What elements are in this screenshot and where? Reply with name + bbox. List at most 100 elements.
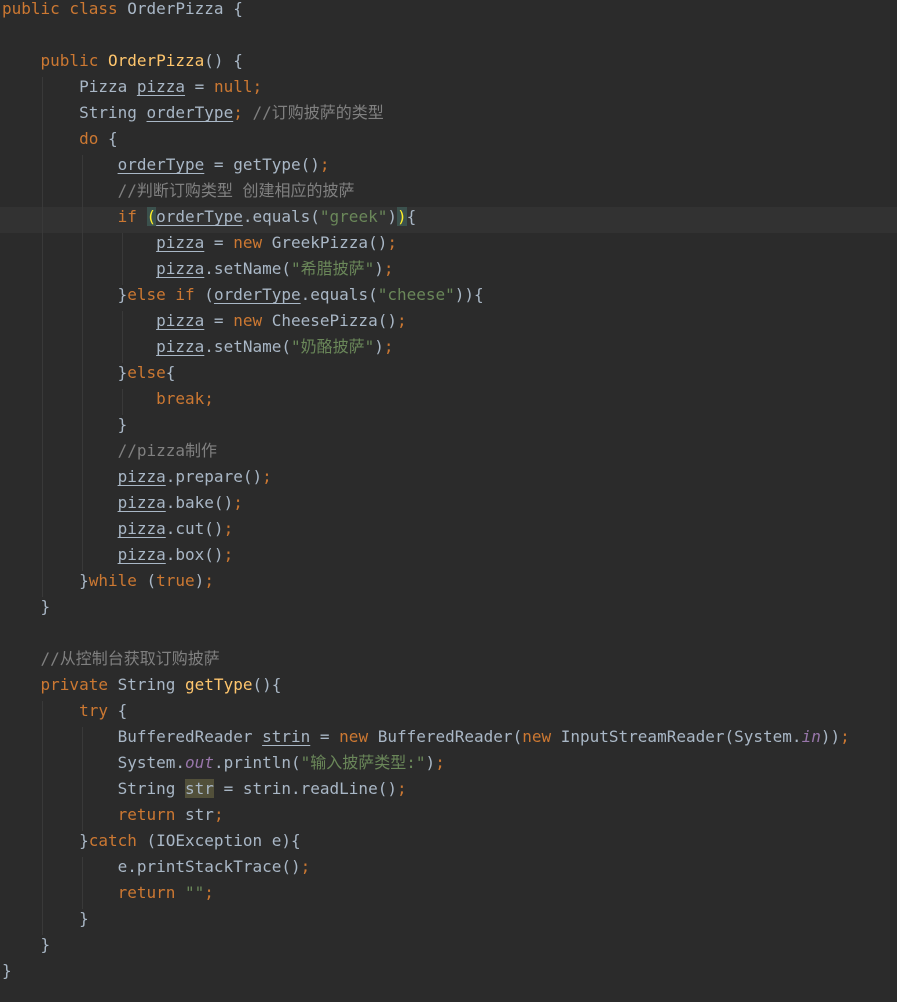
code-token: .println( <box>213 753 301 772</box>
code-token: ; <box>319 155 330 174</box>
code-line[interactable]: pizza.cut(); <box>0 519 897 545</box>
code-token: ; <box>435 753 445 772</box>
code-line[interactable]: public class OrderPizza { <box>0 0 897 25</box>
code-text: pizza.cut(); <box>2 519 234 539</box>
code-line[interactable]: pizza.box(); <box>0 545 897 571</box>
code-line[interactable]: } <box>0 415 897 441</box>
code-token: ; <box>383 259 394 278</box>
code-text: } <box>2 935 51 955</box>
code-token: pizza <box>156 233 205 252</box>
code-token: pizza <box>156 259 205 278</box>
code-line[interactable]: if (orderType.equals("greek")){ <box>0 207 897 233</box>
code-token: } <box>2 597 51 616</box>
code-line[interactable]: return ""; <box>0 883 897 909</box>
code-line[interactable]: } <box>0 961 897 987</box>
code-line[interactable]: }while (true); <box>0 571 897 597</box>
code-line[interactable]: e.printStackTrace(); <box>0 857 897 883</box>
code-token: ; <box>300 857 311 876</box>
code-line[interactable]: pizza.setName("奶酪披萨"); <box>0 337 897 363</box>
code-line[interactable]: pizza = new CheesePizza(); <box>0 311 897 337</box>
code-token: = strin.readLine() <box>213 779 397 798</box>
code-text: private String getType(){ <box>2 675 282 695</box>
code-token: new <box>339 727 378 746</box>
code-text: orderType = getType(); <box>2 155 330 175</box>
code-token: } <box>2 415 128 434</box>
code-token: ; <box>262 467 272 486</box>
code-token: ; <box>840 727 850 746</box>
code-text: break; <box>2 389 214 409</box>
code-token: .bake() <box>165 493 234 512</box>
code-text: BufferedReader strin = new BufferedReade… <box>2 727 850 747</box>
code-line[interactable]: }else{ <box>0 363 897 389</box>
code-token: String <box>117 675 186 694</box>
code-token: "奶酪披萨" <box>291 337 375 356</box>
code-token: OrderPizza { <box>127 0 243 18</box>
code-token: if <box>2 207 147 226</box>
code-line[interactable]: public OrderPizza() { <box>0 51 897 77</box>
code-token: .prepare() <box>165 467 263 486</box>
code-token: )){ <box>454 285 484 304</box>
code-line[interactable]: String str = strin.readLine(); <box>0 779 897 805</box>
code-line[interactable]: //判断订购类型 创建相应的披萨 <box>0 181 897 207</box>
code-line[interactable]: break; <box>0 389 897 415</box>
code-line[interactable]: try { <box>0 701 897 727</box>
code-token: while <box>88 571 147 590</box>
code-token: do <box>2 129 108 148</box>
code-token: try <box>2 701 118 720</box>
code-token: ( <box>204 285 214 304</box>
code-line[interactable]: String orderType; //订购披萨的类型 <box>0 103 897 129</box>
code-token: .cut() <box>165 519 224 538</box>
code-token: } <box>2 831 89 850</box>
code-line[interactable]: }catch (IOException e){ <box>0 831 897 857</box>
code-text: if (orderType.equals("greek")){ <box>2 207 416 227</box>
code-text: }while (true); <box>2 571 214 591</box>
code-token: Pizza <box>2 77 137 96</box>
code-text: do { <box>2 129 118 149</box>
code-token: ) <box>194 571 205 590</box>
code-token: "cheese" <box>377 285 455 304</box>
code-token: pizza <box>117 493 166 512</box>
code-text: String str = strin.readLine(); <box>2 779 407 799</box>
code-line[interactable]: System.out.println("输入披萨类型:"); <box>0 753 897 779</box>
code-line[interactable]: } <box>0 909 897 935</box>
code-line[interactable]: } <box>0 597 897 623</box>
code-token: .equals( <box>300 285 378 304</box>
code-token: String <box>2 779 186 798</box>
code-token: return <box>2 805 186 824</box>
code-token: //pizza制作 <box>2 441 218 460</box>
code-line[interactable]: //从控制台获取订购披萨 <box>0 649 897 675</box>
code-line[interactable]: pizza.bake(); <box>0 493 897 519</box>
code-line[interactable]: //pizza制作 <box>0 441 897 467</box>
code-token: BufferedReader( <box>377 727 523 746</box>
code-line[interactable]: return str; <box>0 805 897 831</box>
code-line[interactable]: BufferedReader strin = new BufferedReade… <box>0 727 897 753</box>
code-line[interactable]: do { <box>0 129 897 155</box>
code-token: { <box>107 129 118 148</box>
code-editor[interactable]: public class OrderPizza { public OrderPi… <box>0 0 897 1002</box>
code-text: pizza.setName("奶酪披萨"); <box>2 337 394 357</box>
code-line[interactable]: pizza.setName("希腊披萨"); <box>0 259 897 285</box>
code-line[interactable]: pizza.prepare(); <box>0 467 897 493</box>
code-line[interactable]: pizza = new GreekPizza(); <box>0 233 897 259</box>
code-line[interactable]: private String getType(){ <box>0 675 897 701</box>
code-token: ; <box>396 311 407 330</box>
code-text: System.out.println("输入披萨类型:"); <box>2 753 445 773</box>
code-line[interactable]: }else if (orderType.equals("cheese")){ <box>0 285 897 311</box>
code-token: ; <box>213 805 224 824</box>
code-line[interactable] <box>0 25 897 51</box>
code-token: ; <box>383 337 394 356</box>
code-token: else if <box>127 285 205 304</box>
code-text: return ""; <box>2 883 214 903</box>
code-text: String orderType; //订购披萨的类型 <box>2 103 384 123</box>
code-token: = <box>185 77 214 96</box>
code-token: { <box>117 701 128 720</box>
code-line[interactable]: orderType = getType(); <box>0 155 897 181</box>
code-token: public <box>2 51 108 70</box>
code-line[interactable]: } <box>0 935 897 961</box>
code-line[interactable] <box>0 623 897 649</box>
code-token: pizza <box>117 545 166 564</box>
code-line[interactable]: Pizza pizza = null; <box>0 77 897 103</box>
